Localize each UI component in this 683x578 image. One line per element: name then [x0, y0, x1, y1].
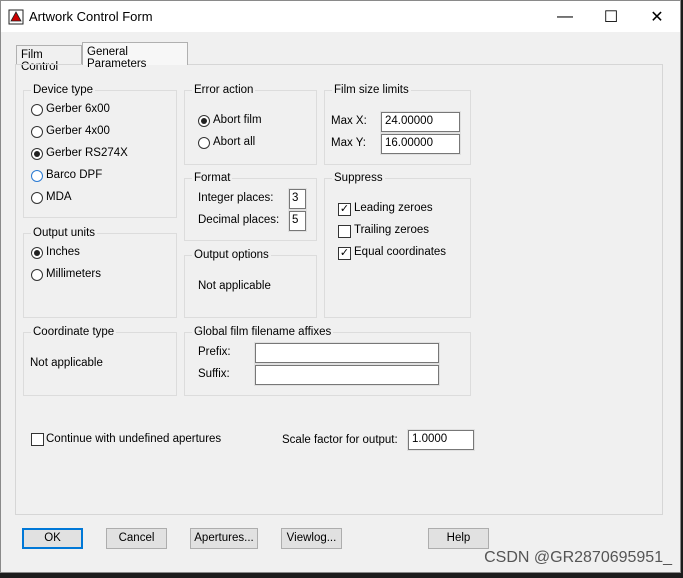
- radio-gerber-rs274x-label: Gerber RS274X: [46, 147, 128, 159]
- radio-abort-all-label: Abort all: [213, 136, 256, 148]
- error-action-group: Error action: [184, 84, 317, 165]
- continue-undefined-label: Continue with undefined apertures: [46, 433, 222, 445]
- minimize-icon: —: [557, 7, 573, 25]
- film-size-limits-label: Film size limits: [332, 84, 411, 96]
- integer-places-label: Integer places:: [198, 192, 274, 204]
- device-type-label: Device type: [31, 84, 96, 96]
- radio-millimeters[interactable]: [31, 269, 43, 281]
- prefix-label: Prefix:: [198, 346, 231, 358]
- radio-abort-all[interactable]: [198, 137, 210, 149]
- format-label: Format: [192, 172, 233, 184]
- continue-undefined-checkbox[interactable]: [31, 433, 44, 446]
- prefix-field[interactable]: [254, 342, 440, 364]
- radio-gerber-rs274x[interactable]: [31, 148, 43, 160]
- integer-places-field[interactable]: 3: [288, 188, 307, 210]
- output-options-value: Not applicable: [198, 280, 271, 292]
- trailing-zeroes-checkbox[interactable]: [338, 225, 351, 238]
- maximize-button[interactable]: ☐: [588, 1, 634, 32]
- suffix-field[interactable]: [254, 364, 440, 386]
- equal-coordinates-label: Equal coordinates: [354, 246, 447, 258]
- radio-abort-film-label: Abort film: [213, 114, 262, 126]
- tab-film-control[interactable]: Film Control: [16, 45, 82, 73]
- scale-factor-field[interactable]: 1.0000: [407, 429, 475, 451]
- app-icon: [8, 9, 24, 25]
- max-y-label: Max Y:: [331, 137, 366, 149]
- window-title: Artwork Control Form: [29, 9, 153, 24]
- radio-mda[interactable]: [31, 192, 43, 204]
- format-group: Format: [184, 172, 317, 241]
- leading-zeroes-label: Leading zeroes: [354, 202, 433, 214]
- coordinate-type-label: Coordinate type: [31, 326, 117, 338]
- ok-button[interactable]: OK: [22, 528, 83, 549]
- radio-gerber-4x00-label: Gerber 4x00: [46, 125, 110, 137]
- watermark-text: CSDN @GR2870695951_: [484, 549, 672, 566]
- radio-gerber-4x00[interactable]: [31, 126, 43, 138]
- max-x-field[interactable]: 24.00000: [380, 111, 461, 133]
- trailing-zeroes-label: Trailing zeroes: [354, 224, 429, 236]
- maximize-icon: ☐: [603, 8, 619, 26]
- equal-coordinates-checkbox[interactable]: ✓: [338, 247, 351, 260]
- decimal-places-field[interactable]: 5: [288, 210, 307, 232]
- suffix-label: Suffix:: [198, 368, 230, 380]
- max-x-label: Max X:: [331, 115, 367, 127]
- coordinate-type-value: Not applicable: [30, 357, 103, 369]
- suppress-label: Suppress: [332, 172, 385, 184]
- filename-affixes-group: Global film filename affixes: [184, 326, 471, 396]
- close-button[interactable]: ✕: [634, 1, 680, 32]
- max-y-field[interactable]: 16.00000: [380, 133, 461, 155]
- radio-barco-dpf[interactable]: [31, 170, 43, 182]
- viewlog-button[interactable]: Viewlog...: [281, 528, 342, 549]
- scale-factor-label: Scale factor for output:: [282, 434, 398, 446]
- radio-millimeters-label: Millimeters: [46, 268, 101, 280]
- decimal-places-label: Decimal places:: [198, 214, 280, 226]
- tab-general-parameters[interactable]: General Parameters: [82, 42, 188, 70]
- radio-inches[interactable]: [31, 247, 43, 259]
- help-button[interactable]: Help: [428, 528, 489, 549]
- radio-gerber-6x00-label: Gerber 6x00: [46, 103, 110, 115]
- apertures-button[interactable]: Apertures...: [190, 528, 258, 549]
- title-bar: Artwork Control Form — ☐ ✕: [1, 1, 680, 32]
- minimize-button[interactable]: —: [542, 1, 588, 32]
- filename-affixes-label: Global film filename affixes: [192, 326, 334, 338]
- error-action-label: Error action: [192, 84, 256, 96]
- radio-barco-dpf-label: Barco DPF: [46, 169, 103, 181]
- output-options-label: Output options: [192, 249, 271, 261]
- radio-inches-label: Inches: [46, 246, 80, 258]
- radio-gerber-6x00[interactable]: [31, 104, 43, 116]
- cancel-button[interactable]: Cancel: [106, 528, 167, 549]
- leading-zeroes-checkbox[interactable]: ✓: [338, 203, 351, 216]
- output-units-label: Output units: [31, 227, 98, 239]
- close-icon: ✕: [650, 8, 664, 26]
- radio-abort-film[interactable]: [198, 115, 210, 127]
- radio-mda-label: MDA: [46, 191, 72, 203]
- artwork-control-window: Artwork Control Form — ☐ ✕ Film Control …: [0, 0, 681, 573]
